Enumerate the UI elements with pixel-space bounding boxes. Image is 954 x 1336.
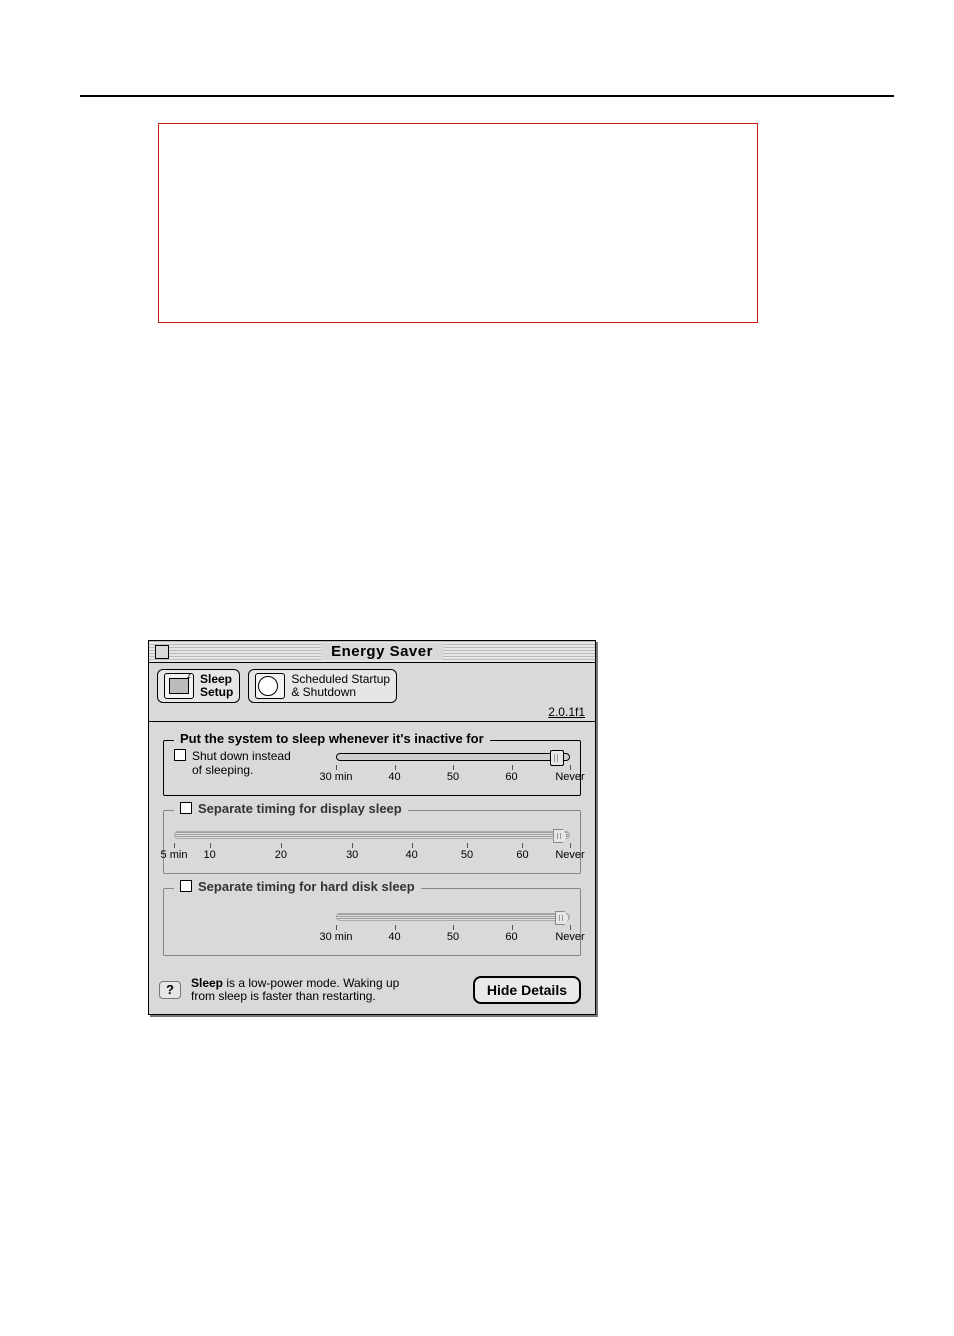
window-title: Energy Saver <box>321 643 443 660</box>
group-display-legend: Separate timing for display sleep <box>174 801 408 816</box>
monitor-sleep-icon <box>164 673 194 699</box>
display-sleep-checkbox[interactable] <box>180 802 192 814</box>
energy-saver-window: Energy Saver Sleep Setup Scheduled Start… <box>148 640 596 1015</box>
shutdown-instead-label: Shut down instead of sleeping. <box>192 749 291 777</box>
harddisk-sleep-slider[interactable]: 30 min 40 50 60 Never <box>336 909 570 945</box>
group-system-legend: Put the system to sleep whenever it's in… <box>174 731 490 746</box>
tabs-row: Sleep Setup Scheduled Startup & Shutdown <box>149 663 595 705</box>
system-slider-labels: 30 min 40 50 60 Never <box>336 771 570 785</box>
shutdown-instead-checkbox[interactable] <box>174 749 186 761</box>
display-slider-labels: 5 min 10 20 30 40 50 60 Never <box>174 849 570 863</box>
harddisk-slider-labels: 30 min 40 50 60 Never <box>336 931 570 945</box>
slider-thumb-icon[interactable] <box>553 829 567 843</box>
slider-thumb-icon[interactable] <box>550 750 564 766</box>
group-display-sleep: Separate timing for display sleep <box>163 810 581 874</box>
titlebar[interactable]: Energy Saver <box>149 641 595 663</box>
tab-sleep-setup-label: Sleep Setup <box>200 673 233 699</box>
page-top-rule <box>80 95 894 97</box>
tab-scheduled-label: Scheduled Startup & Shutdown <box>291 673 390 699</box>
close-box-icon[interactable] <box>155 645 169 659</box>
display-sleep-slider[interactable]: 5 min 10 20 30 40 50 60 Never <box>174 819 570 863</box>
group-harddisk-legend: Separate timing for hard disk sleep <box>174 879 421 894</box>
footer-help-text: Sleep is a low-power mode. Waking up fro… <box>191 977 463 1003</box>
footer-row: ? Sleep is a low-power mode. Waking up f… <box>159 970 585 1006</box>
harddisk-sleep-checkbox[interactable] <box>180 880 192 892</box>
tab-scheduled[interactable]: Scheduled Startup & Shutdown <box>248 669 397 703</box>
red-placeholder-box <box>158 123 758 323</box>
slider-thumb-icon[interactable] <box>555 911 569 925</box>
group-harddisk-sleep: Separate timing for hard disk sleep <box>163 888 581 956</box>
clock-icon <box>255 673 285 699</box>
version-label: 2.0.1f1 <box>149 705 595 721</box>
group-system-sleep: Put the system to sleep whenever it's in… <box>163 740 581 796</box>
system-sleep-slider[interactable]: 30 min 40 50 60 Never <box>336 749 570 785</box>
tab-sleep-setup[interactable]: Sleep Setup <box>157 669 240 703</box>
help-icon[interactable]: ? <box>159 981 181 999</box>
hide-details-button[interactable]: Hide Details <box>473 976 581 1004</box>
